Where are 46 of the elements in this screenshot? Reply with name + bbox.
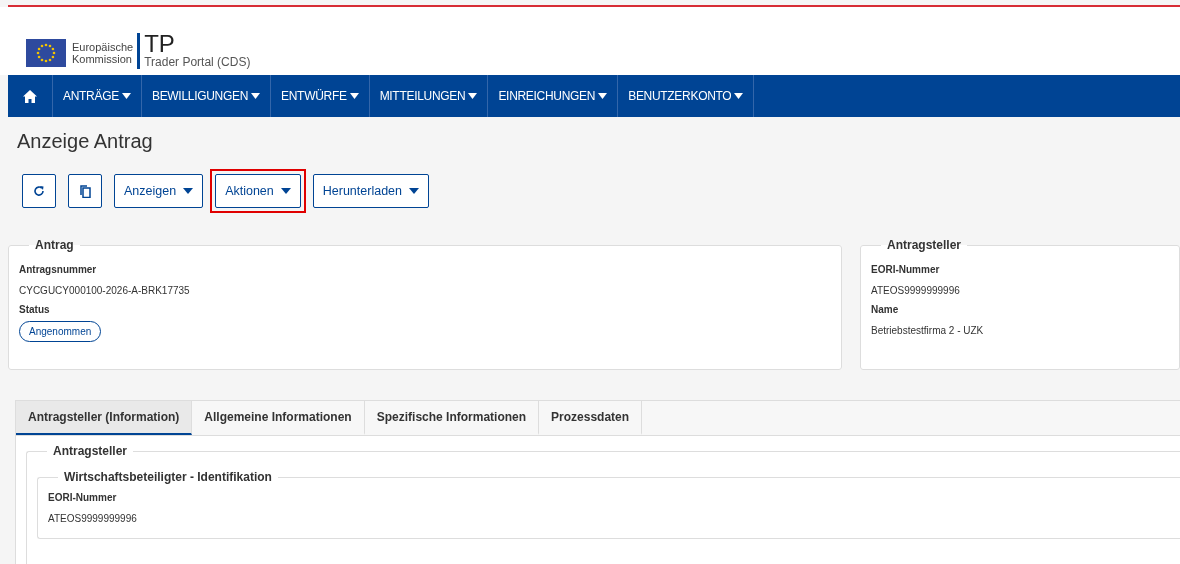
- field-value: CYCGUCY000100-2026-A-BRK17735: [19, 285, 191, 296]
- page-title: Anzeige Antrag: [17, 129, 154, 154]
- dropdown-button[interactable]: Aktionen: [215, 174, 301, 208]
- copy-icon: [79, 184, 91, 198]
- caret-icon: [251, 93, 261, 99]
- nav-menu-item[interactable]: ENTWÜRFE: [271, 75, 370, 117]
- caret-icon: [598, 93, 608, 99]
- commission-logo[interactable]: Europäische Kommission: [26, 39, 134, 69]
- field-label: Status: [19, 304, 51, 315]
- dropdown-button[interactable]: Herunterladen: [312, 174, 429, 208]
- caret-icon: [121, 93, 131, 99]
- refresh-button[interactable]: [22, 174, 56, 208]
- field-label: Antragsnummer: [19, 264, 98, 275]
- copy-button[interactable]: [68, 174, 102, 208]
- eu-flag-icon: [26, 39, 66, 67]
- panel-title: Antragsteller: [886, 238, 963, 252]
- dropdown-button[interactable]: Anzeigen: [114, 174, 204, 208]
- section-title: Antragsteller: [52, 444, 129, 458]
- field-value: ATEOS9999999996: [871, 285, 961, 296]
- logo-text: Europäische: [72, 41, 134, 53]
- tab[interactable]: Spezifische Informationen: [364, 401, 540, 435]
- field-value: ATEOS9999999996: [48, 513, 138, 524]
- nav-menu-item[interactable]: BEWILLIGUNGEN: [141, 75, 272, 117]
- tab[interactable]: Antragsteller (Information): [16, 401, 193, 435]
- nav-menu-item[interactable]: EINREICHUNGEN: [488, 75, 619, 117]
- logo-text: Kommission: [72, 53, 133, 65]
- nav-menu-item[interactable]: MITTEILUNGEN: [369, 75, 489, 117]
- caret-icon: [468, 93, 478, 99]
- refresh-icon: [33, 185, 45, 197]
- subsection-title: Wirtschaftsbeteiligter - Identifikation: [63, 470, 273, 484]
- caret-icon: [183, 188, 194, 194]
- app-name: TP: [144, 33, 176, 55]
- nav-menu-item[interactable]: ANTRÄGE: [53, 75, 142, 117]
- caret-icon: [734, 93, 744, 99]
- field-label: Name: [871, 304, 900, 315]
- field-value: Betriebstestfirma 2 - UZK: [871, 325, 985, 336]
- tab[interactable]: Allgemeine Informationen: [192, 401, 365, 435]
- tab[interactable]: Prozessdaten: [539, 401, 643, 435]
- field-label: EORI-Nummer: [871, 264, 941, 275]
- field-label: EORI-Nummer: [48, 492, 118, 503]
- caret-icon: [409, 188, 419, 194]
- panel-title: Antrag: [34, 238, 75, 252]
- nav-menu-item[interactable]: BENUTZERKONTO: [618, 75, 755, 117]
- app-subtitle: Trader Portal (CDS): [144, 55, 251, 69]
- caret-icon: [280, 188, 291, 194]
- caret-icon: [349, 93, 359, 99]
